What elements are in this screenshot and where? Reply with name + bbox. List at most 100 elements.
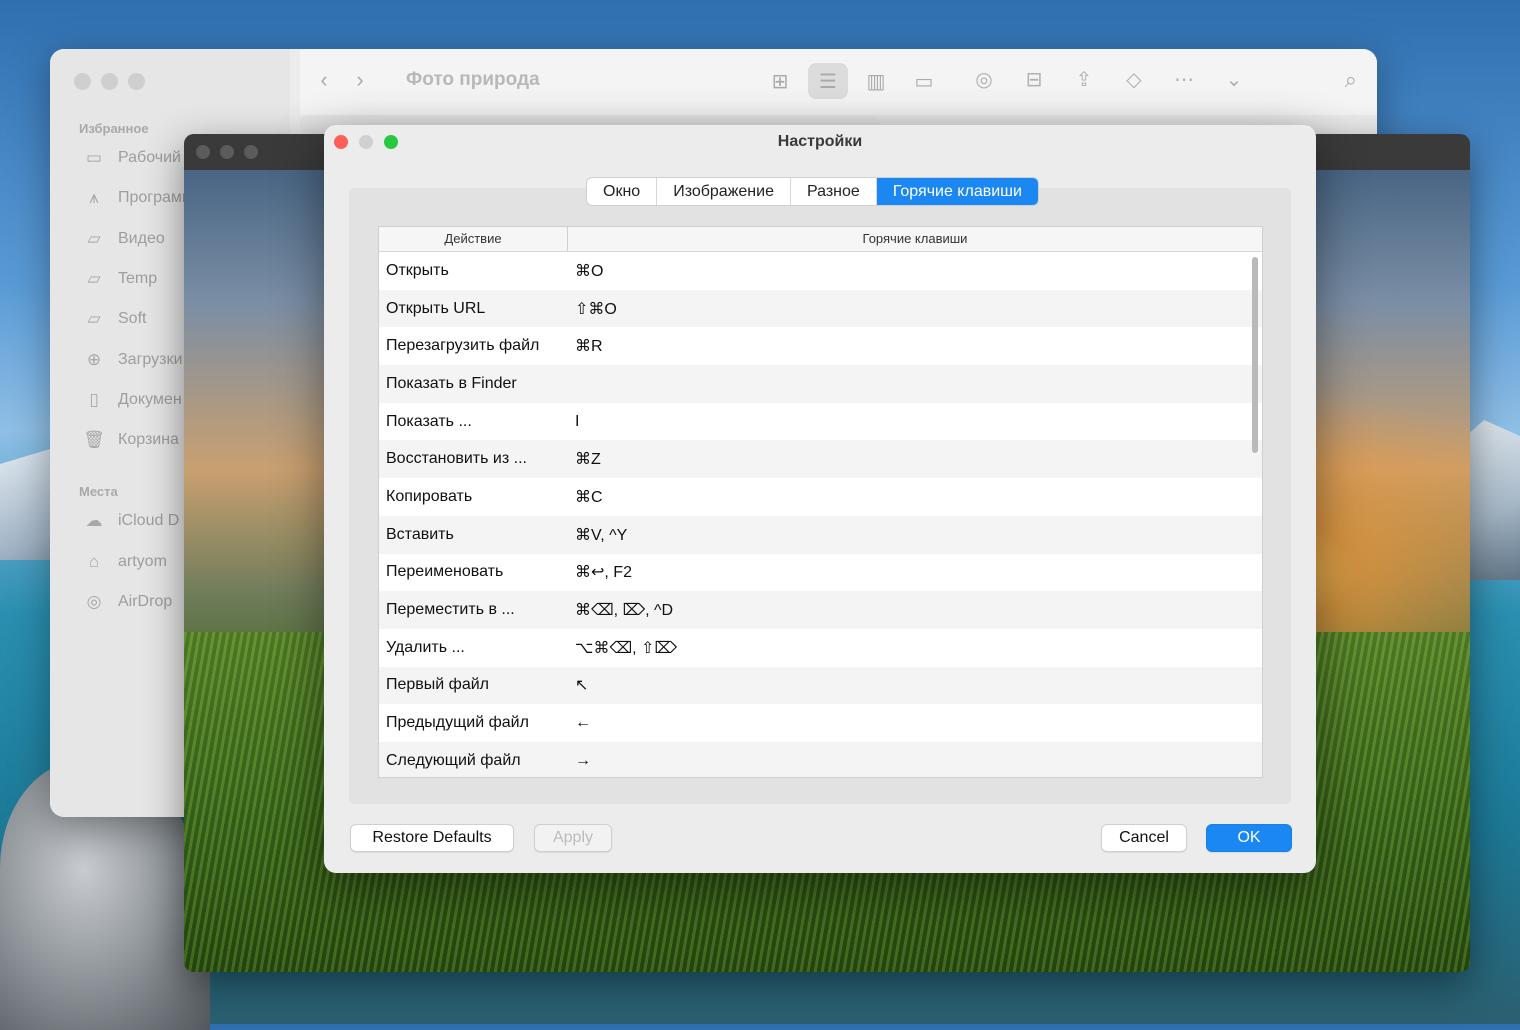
cancel-button[interactable]: Cancel	[1101, 824, 1187, 852]
table-body: Открыть ⌘O Открыть URL ⇧⌘O Перезагрузить ф…	[379, 252, 1262, 777]
hotkeys-table[interactable]: Действие Горячие клавиши Открыть ⌘O Откры…	[378, 226, 1263, 778]
viewer-window-controls	[196, 145, 258, 159]
sidebar-item-label: Temp	[118, 270, 158, 287]
sidebar-item-label: AirDrop	[118, 593, 173, 610]
document-icon: ▯	[89, 390, 99, 409]
action-cell: Показать в Finder	[386, 374, 517, 392]
finder-zoom-button[interactable]	[128, 73, 145, 90]
hotkey-cell[interactable]: ⌘O	[569, 261, 1262, 281]
download-icon: ⊕	[86, 350, 102, 369]
home-icon: ⌂	[88, 552, 100, 571]
finder-toolbar-actions: ◎ ⊟ ⇪ ◇ ⋯ ⌄	[970, 67, 1248, 92]
finder-window-controls	[74, 73, 145, 90]
settings-tabs: Окно Изображение Разное Горячие клавиши	[586, 177, 1039, 206]
sidebar-item-video[interactable]: ▱ Видео	[82, 224, 164, 254]
action-cell: Перезагрузить файл	[386, 337, 540, 355]
table-row[interactable]: Переименовать ⌘↩, F2	[379, 553, 1262, 592]
viewer-close-button[interactable]	[196, 145, 210, 159]
more-icon[interactable]: ⋯	[1170, 67, 1198, 92]
table-row[interactable]: Удалить ... ⌥⌘⌫, ⇧⌦	[379, 628, 1262, 667]
table-row[interactable]: Копировать ⌘C	[379, 478, 1262, 516]
hotkey-cell[interactable]: ⌘↩, F2	[569, 562, 1262, 582]
group-icon[interactable]: ⊟	[1020, 67, 1048, 92]
airdrop-icon[interactable]: ◎	[970, 67, 998, 92]
action-cell: Показать ...	[386, 412, 472, 430]
search-icon[interactable]: ⌕	[1345, 67, 1357, 93]
table-scrollbar[interactable]	[1252, 257, 1258, 453]
table-row[interactable]: Открыть ⌘O	[379, 252, 1262, 290]
hotkey-cell[interactable]: ⌘V, ^Y	[569, 525, 1262, 545]
sidebar-item-label: artyom	[118, 553, 167, 570]
sidebar-item-airdrop[interactable]: ◎ AirDrop	[82, 587, 173, 617]
hotkey-cell[interactable]: ⌥⌘⌫, ⇧⌦	[569, 638, 1262, 658]
settings-dialog[interactable]: Настройки Окно Изображение Разное Горячи…	[324, 125, 1316, 873]
finder-close-button[interactable]	[74, 73, 91, 90]
folder-icon: ▱	[87, 229, 101, 248]
list-view-icon[interactable]: ☰	[808, 63, 848, 99]
sidebar-item-soft[interactable]: ▱ Soft	[82, 304, 146, 334]
sidebar-item-label: Рабочий	[118, 149, 181, 166]
table-row[interactable]: Показать в Finder	[379, 365, 1262, 403]
hotkey-cell[interactable]: ←	[569, 714, 1262, 732]
action-cell: Открыть	[386, 261, 449, 279]
finder-minimize-button[interactable]	[101, 73, 118, 90]
sidebar-item-temp[interactable]: ▱ Temp	[82, 264, 157, 294]
back-icon[interactable]: ‹	[306, 67, 342, 93]
sidebar-item-label: Программ	[118, 189, 193, 206]
finder-nav-buttons: ‹ ›	[306, 67, 386, 97]
gallery-view-icon[interactable]: ▭	[904, 63, 944, 99]
action-cell: Копировать	[386, 487, 473, 505]
column-header-hotkeys[interactable]: Горячие клавиши	[568, 227, 1262, 251]
action-cell: Переместить в ...	[386, 601, 515, 619]
sidebar-item-label: Докумен	[118, 391, 182, 408]
hotkey-cell[interactable]: ⌘⌫, ⌦, ^D	[569, 600, 1262, 620]
finder-title: Фото природа	[406, 69, 540, 90]
action-cell: Первый файл	[386, 676, 490, 694]
table-row[interactable]: Восстановить из ... ⌘Z	[379, 440, 1262, 479]
hotkey-cell[interactable]: ↖	[569, 675, 1262, 695]
action-cell: Следующий файл	[386, 751, 521, 769]
hotkey-cell[interactable]: ⌘Z	[569, 449, 1262, 469]
trash-icon: 🗑︎	[83, 430, 105, 449]
forward-icon[interactable]: ›	[342, 67, 378, 93]
sidebar-item-label: iCloud D	[118, 512, 180, 529]
sidebar-item-icloud[interactable]: ☁︎ iCloud D	[82, 506, 180, 536]
sidebar-item-applications[interactable]: ⩚ Программ	[82, 183, 193, 213]
icon-view-icon[interactable]: ⊞	[760, 63, 800, 99]
tab-misc[interactable]: Разное	[791, 178, 877, 205]
sidebar-item-desktop[interactable]: ▭ Рабочий	[82, 143, 181, 173]
table-row[interactable]: Показать ... I	[379, 402, 1262, 441]
tab-image[interactable]: Изображение	[657, 178, 791, 205]
ok-button[interactable]: OK	[1206, 824, 1292, 852]
table-row[interactable]: Первый файл ↖	[379, 666, 1262, 705]
table-row[interactable]: Переместить в ... ⌘⌫, ⌦, ^D	[379, 591, 1262, 629]
hotkey-cell[interactable]: ⌘R	[569, 336, 1262, 356]
column-view-icon[interactable]: ▥	[856, 63, 896, 99]
tag-icon[interactable]: ◇	[1120, 67, 1148, 92]
viewer-zoom-button[interactable]	[244, 145, 258, 159]
sidebar-item-downloads[interactable]: ⊕ Загрузки	[82, 345, 183, 375]
action-cell: Переименовать	[386, 563, 504, 581]
chevron-down-icon[interactable]: ⌄	[1220, 67, 1248, 92]
folder-icon: ▱	[87, 309, 101, 328]
table-row[interactable]: Вставить ⌘V, ^Y	[379, 515, 1262, 554]
sidebar-item-home[interactable]: ⌂ artyom	[82, 547, 167, 577]
table-row[interactable]: Предыдущий файл ←	[379, 704, 1262, 742]
hotkey-cell[interactable]: ⌘C	[569, 487, 1262, 507]
hotkey-cell[interactable]: I	[569, 413, 1262, 431]
tab-window[interactable]: Окно	[587, 178, 658, 205]
share-icon[interactable]: ⇪	[1070, 67, 1098, 92]
viewer-minimize-button[interactable]	[220, 145, 234, 159]
apply-button[interactable]: Apply	[534, 824, 612, 852]
hotkey-cell[interactable]: →	[569, 752, 1262, 770]
tab-hotkeys[interactable]: Горячие клавиши	[876, 178, 1038, 205]
hotkey-cell[interactable]: ⇧⌘O	[569, 299, 1262, 319]
restore-defaults-button[interactable]: Restore Defaults	[350, 824, 514, 852]
table-row[interactable]: Следующий файл →	[379, 741, 1262, 777]
column-header-action[interactable]: Действие	[379, 227, 568, 251]
table-row[interactable]: Перезагрузить файл ⌘R	[379, 327, 1262, 366]
sidebar-item-label: Soft	[118, 310, 147, 327]
table-row[interactable]: Открыть URL ⇧⌘O	[379, 289, 1262, 328]
sidebar-item-documents[interactable]: ▯ Докумен	[82, 385, 182, 415]
sidebar-item-trash[interactable]: 🗑︎ Корзина	[82, 425, 179, 455]
